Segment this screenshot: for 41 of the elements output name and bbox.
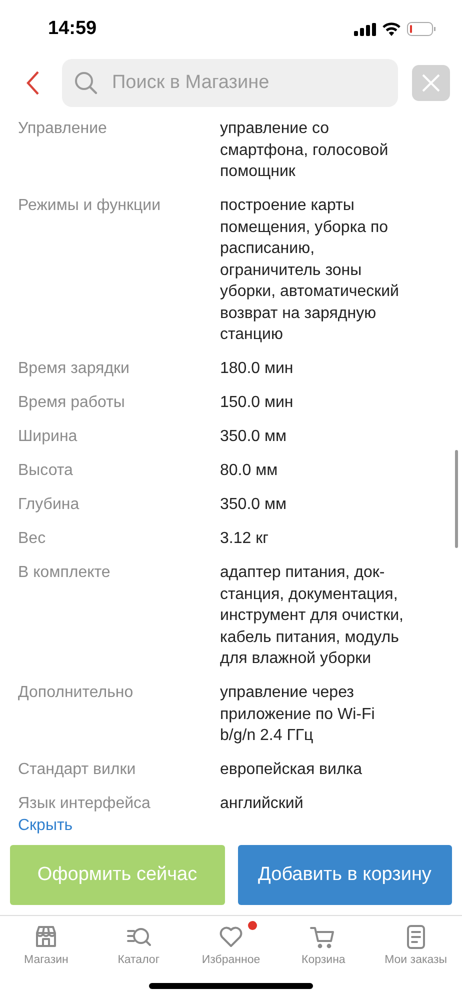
tab-item[interactable]: Корзина xyxy=(277,922,370,968)
battery-icon xyxy=(407,22,436,36)
spec-label: Ширина xyxy=(18,427,78,447)
spec-value: 350.0 мм xyxy=(220,427,288,447)
back-icon[interactable] xyxy=(26,71,40,95)
add-to-cart-button[interactable]: Добавить в корзину xyxy=(238,845,452,905)
spec-label: Время работы xyxy=(18,393,126,413)
spec-value: 350.0 мм xyxy=(220,495,288,515)
spec-value: 150.0 мин xyxy=(220,393,294,413)
spec-label: В комплекте xyxy=(18,563,112,583)
spec-label: Дополнительно xyxy=(18,683,134,703)
spec-value: адаптер питания, док-станция, документация, инструмент для очистки, кабель питания, модуль для влажной уборки xyxy=(220,563,404,669)
spec-label: Время зарядки xyxy=(18,359,130,379)
spec-label: Стандарт вилки xyxy=(18,760,137,780)
tab-item[interactable]: Магазин xyxy=(0,922,92,968)
status-time: 14:59 xyxy=(48,18,97,40)
spec-value: 180.0 мин xyxy=(220,359,294,379)
spec-label: Глубина xyxy=(18,495,80,515)
spec-value: управление через приложение по Wi-Fi b/g/n 2.4 ГГц xyxy=(220,683,376,746)
heart-icon xyxy=(218,924,244,950)
search-field[interactable]: Поиск в Магазине xyxy=(62,59,398,107)
spec-label: Язык интерфейса xyxy=(18,794,152,814)
spec-value: построение карты помещения, уборка по расписанию, ограничитель зоны уборки, автоматический возврат на зарядную станцию xyxy=(220,196,400,345)
tab-item[interactable]: Каталог xyxy=(92,922,185,968)
spec-value: 3.12 кг xyxy=(220,529,270,549)
spec-label: Управление xyxy=(18,119,108,139)
tab-item[interactable]: Избранное xyxy=(184,922,278,968)
spec-label: Режимы и функции xyxy=(18,196,162,216)
signal-icon xyxy=(354,22,376,36)
close-icon xyxy=(422,74,440,92)
spec-label: Высота xyxy=(18,461,74,481)
spec-label: Вес xyxy=(18,529,47,549)
spec-value: 80.0 мм xyxy=(220,461,279,481)
spec-value: английский xyxy=(220,794,304,814)
wifi-icon xyxy=(382,22,401,36)
spec-value: управление со смартфона, голосовой помощник xyxy=(220,119,390,182)
cart-icon xyxy=(310,924,336,950)
spec-value: европейская вилка xyxy=(220,760,364,780)
search-icon xyxy=(74,71,98,95)
tab-item[interactable]: Мои заказы xyxy=(370,922,462,968)
hide-link[interactable]: Скрыть xyxy=(18,815,73,835)
